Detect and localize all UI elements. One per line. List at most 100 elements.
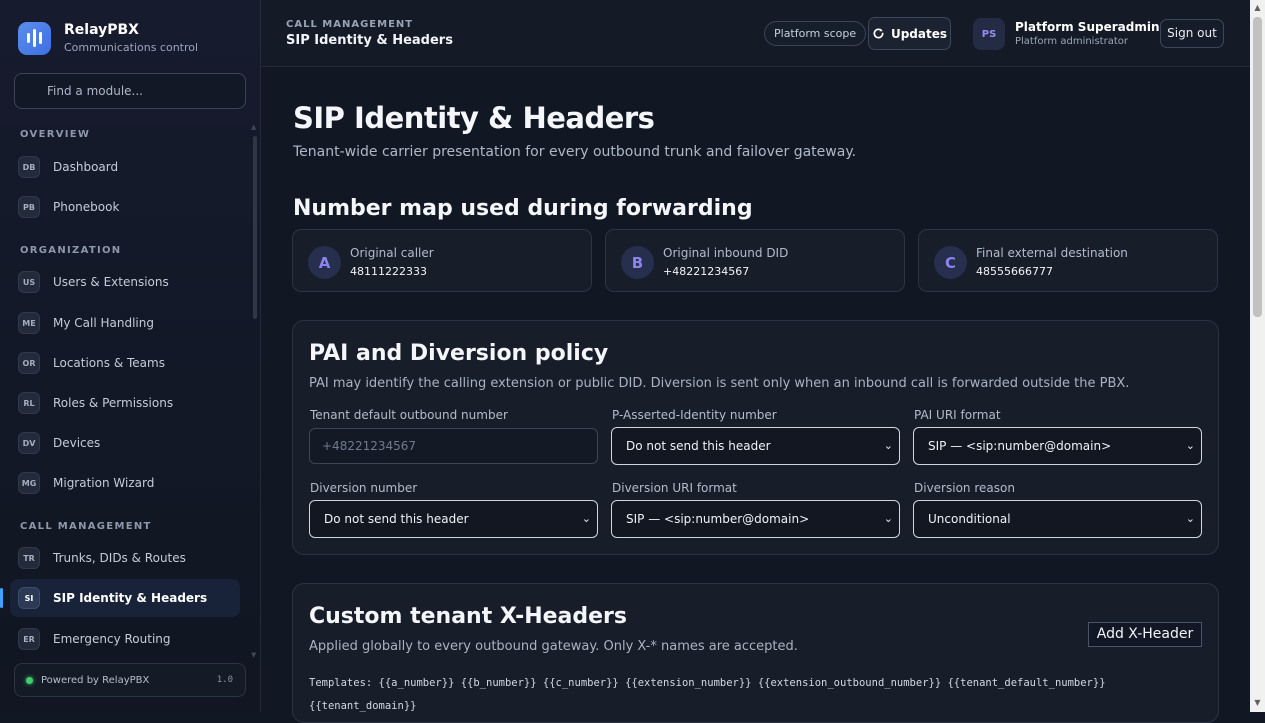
add-x-header-button[interactable]: Add X-Header <box>1088 622 1202 647</box>
sidebar-item-label: Roles & Permissions <box>53 396 174 410</box>
sidebar-scrollbar[interactable] <box>253 136 257 319</box>
avatar[interactable]: PS <box>973 18 1005 50</box>
sidebar-item-migration[interactable]: MG Migration Wizard <box>10 464 240 502</box>
sidebar-item-trunks[interactable]: TR Trunks, DIDs & Routes <box>10 539 240 577</box>
number-card-b: B Original inbound DID +48221234567 <box>605 229 905 292</box>
number-card-label: Original caller <box>350 246 434 260</box>
default-number-field[interactable]: +48221234567 <box>309 428 598 464</box>
brand-name: RelayPBX <box>64 22 139 38</box>
chevron-down-icon: ⌄ <box>1185 439 1195 452</box>
number-card-value: 48555666777 <box>976 265 1053 278</box>
migration-icon: MG <box>18 472 40 494</box>
sidebar-item-users[interactable]: US Users & Extensions <box>10 263 240 301</box>
nav-section-overview: OVERVIEW <box>20 129 91 140</box>
sidebar-item-sip-identity[interactable]: SI SIP Identity & Headers <box>0 579 240 617</box>
roles-icon: RL <box>18 392 40 414</box>
sidebar-item-label: Migration Wizard <box>53 476 155 490</box>
sidebar-item-roles[interactable]: RL Roles & Permissions <box>10 384 240 422</box>
sidebar-item-label: Emergency Routing <box>53 632 171 646</box>
diversion-reason-value: Unconditional <box>928 512 1011 526</box>
sidebar-scroll-down-icon[interactable]: ▼ <box>251 651 256 659</box>
brand: RelayPBX Communications control <box>18 21 198 55</box>
status-dot-icon <box>26 676 33 684</box>
scroll-up-icon[interactable]: ▲ <box>1253 3 1262 12</box>
devices-icon: DV <box>18 432 40 454</box>
sidebar-item-label: Dashboard <box>53 160 119 174</box>
sidebar-item-phonebook[interactable]: PB Phonebook <box>10 188 240 226</box>
policy-title: PAI and Diversion policy <box>309 341 609 366</box>
number-card-value: 48111222333 <box>350 265 427 278</box>
user-role: Platform administrator <box>1015 36 1128 47</box>
nav-section-organization: ORGANIZATION <box>20 245 122 256</box>
default-number-label: Tenant default outbound number <box>310 408 508 422</box>
users-icon: US <box>18 271 40 293</box>
call-handling-icon: ME <box>18 312 40 334</box>
breadcrumb-title: SIP Identity & Headers <box>286 33 453 48</box>
diversion-uri-value: SIP — <sip:number@domain> <box>626 512 810 526</box>
number-map-title: Number map used during forwarding <box>293 196 753 221</box>
letter-b-icon: B <box>621 246 654 279</box>
templates-text: Templates: {{a_number}} {{b_number}} {{c… <box>309 677 1106 712</box>
relaypbx-logo-icon <box>18 21 51 55</box>
number-card-label: Final external destination <box>976 246 1128 260</box>
chevron-down-icon: ⌄ <box>1185 512 1195 525</box>
number-card-label: Original inbound DID <box>663 246 789 260</box>
page-scrollbar-thumb[interactable] <box>1253 17 1262 317</box>
sign-out-button[interactable]: Sign out <box>1160 19 1224 48</box>
dashboard-icon: DB <box>18 156 40 178</box>
page-subtitle: Tenant-wide carrier presentation for eve… <box>293 144 857 160</box>
x-headers-panel: Custom tenant X-Headers Applied globally… <box>292 583 1219 723</box>
number-card-c: C Final external destination 48555666777 <box>918 229 1218 292</box>
brand-subtitle: Communications control <box>64 41 199 54</box>
chevron-down-icon: ⌄ <box>883 512 893 525</box>
module-search-input[interactable]: Find a module... <box>14 73 246 109</box>
x-headers-title: Custom tenant X-Headers <box>309 604 627 629</box>
sidebar-item-label: Devices <box>53 436 101 450</box>
diversion-uri-select[interactable]: SIP — <sip:number@domain> ⌄ <box>611 500 900 538</box>
scope-badge: Platform scope <box>764 21 867 46</box>
diversion-reason-select[interactable]: Unconditional ⌄ <box>913 500 1202 538</box>
number-card-value: +48221234567 <box>663 265 750 278</box>
sidebar-item-label: SIP Identity & Headers <box>53 591 208 605</box>
scroll-down-icon[interactable]: ▼ <box>1253 698 1262 707</box>
sidebar-scroll-up-icon[interactable]: ▲ <box>251 123 256 131</box>
policy-description: PAI may identify the calling extension o… <box>309 376 1130 391</box>
number-card-a: A Original caller 48111222333 <box>292 229 592 292</box>
refresh-icon <box>873 28 884 39</box>
diversion-number-select[interactable]: Do not send this header ⌄ <box>309 500 598 538</box>
sidebar-item-label: My Call Handling <box>53 316 154 330</box>
chevron-down-icon: ⌄ <box>581 512 591 525</box>
diversion-number-value: Do not send this header <box>324 512 469 526</box>
pai-uri-value: SIP — <sip:number@domain> <box>928 439 1112 453</box>
x-headers-description: Applied globally to every outbound gatew… <box>309 639 798 654</box>
sip-identity-icon: SI <box>18 587 40 609</box>
sidebar-item-devices[interactable]: DV Devices <box>10 424 240 462</box>
powered-by-footer: Powered by RelayPBX 1.0 <box>14 663 246 697</box>
sidebar-item-label: Phonebook <box>53 200 120 214</box>
top-header: CALL MANAGEMENT SIP Identity & Headers P… <box>261 0 1250 67</box>
sidebar-item-my-call-handling[interactable]: ME My Call Handling <box>10 304 240 342</box>
letter-a-icon: A <box>308 246 341 279</box>
diversion-uri-label: Diversion URI format <box>612 481 737 495</box>
sidebar: RelayPBX Communications control Find a m… <box>0 0 261 712</box>
user-name: Platform Superadmin <box>1015 20 1160 34</box>
sidebar-item-locations[interactable]: OR Locations & Teams <box>10 344 240 382</box>
sidebar-item-label: Trunks, DIDs & Routes <box>53 551 186 565</box>
locations-icon: OR <box>18 352 40 374</box>
sidebar-item-emergency-routing[interactable]: ER Emergency Routing <box>10 620 240 658</box>
pai-diversion-panel: PAI and Diversion policy PAI may identif… <box>292 320 1219 555</box>
breadcrumb-section: CALL MANAGEMENT <box>286 19 414 30</box>
updates-button[interactable]: Updates <box>868 17 951 50</box>
chevron-down-icon: ⌄ <box>883 439 893 452</box>
diversion-number-label: Diversion number <box>310 481 418 495</box>
trunks-icon: TR <box>18 547 40 569</box>
diversion-reason-label: Diversion reason <box>914 481 1015 495</box>
emergency-icon: ER <box>18 628 40 650</box>
pai-number-select[interactable]: Do not send this header ⌄ <box>611 427 900 465</box>
powered-by-text: Powered by RelayPBX <box>41 674 150 686</box>
sidebar-item-dashboard[interactable]: DB Dashboard <box>10 148 240 186</box>
page-title: SIP Identity & Headers <box>293 101 655 135</box>
pai-uri-select[interactable]: SIP — <sip:number@domain> ⌄ <box>913 427 1202 465</box>
phonebook-icon: PB <box>18 196 40 218</box>
sidebar-item-label: Locations & Teams <box>53 356 165 370</box>
